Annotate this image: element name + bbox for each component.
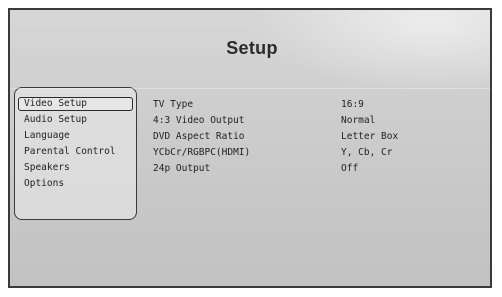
setting-value-color-format[interactable]: Y, Cb, Cr (341, 146, 392, 160)
menu-item-speakers[interactable]: Speakers (19, 161, 70, 175)
setup-screen: Setup Video Setup Audio Setup Language P… (8, 8, 492, 288)
setting-label-dvd-aspect-ratio[interactable]: DVD Aspect Ratio (153, 130, 245, 144)
setting-value-tv-type[interactable]: 16:9 (341, 98, 364, 112)
setting-label-24p-output[interactable]: 24p Output (153, 162, 210, 176)
setting-label-tv-type[interactable]: TV Type (153, 98, 193, 112)
page-title: Setup (226, 38, 278, 58)
menu-item-parental-control[interactable]: Parental Control (19, 145, 116, 159)
menu-item-video-setup[interactable]: Video Setup (18, 97, 133, 111)
setup-menu: Video Setup Audio Setup Language Parenta… (14, 87, 137, 220)
setting-value-video-output[interactable]: Normal (341, 114, 375, 128)
menu-item-language[interactable]: Language (19, 129, 70, 143)
menu-item-audio-setup[interactable]: Audio Setup (19, 113, 87, 127)
menu-item-options[interactable]: Options (19, 177, 64, 191)
setting-value-dvd-aspect-ratio[interactable]: Letter Box (341, 130, 398, 144)
setting-label-video-output[interactable]: 4:3 Video Output (153, 114, 245, 128)
setting-label-color-format[interactable]: YCbCr/RGBPC(HDMI) (153, 146, 250, 160)
setting-value-24p-output[interactable]: Off (341, 162, 358, 176)
